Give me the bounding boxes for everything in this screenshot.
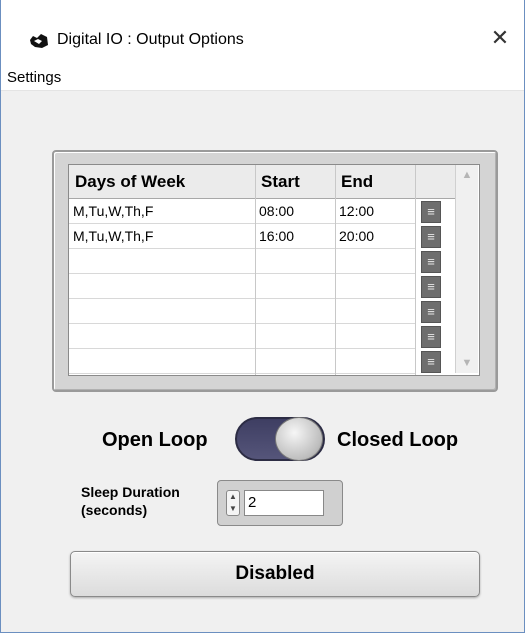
cell-start[interactable] — [255, 299, 335, 324]
table-row[interactable] — [69, 349, 415, 374]
cell-days[interactable]: M,Tu,W,Th,F — [69, 199, 255, 224]
row-menu-icon[interactable]: ≡ — [421, 326, 441, 348]
app-icon — [30, 34, 48, 48]
cell-start[interactable] — [255, 274, 335, 299]
scroll-down-arrow-icon[interactable]: ▼ — [456, 353, 478, 373]
table-row[interactable] — [69, 299, 415, 324]
table-row[interactable] — [69, 324, 415, 349]
cell-end[interactable]: 12:00 — [335, 199, 415, 224]
table-row[interactable] — [69, 249, 415, 274]
cell-end[interactable]: 20:00 — [335, 224, 415, 249]
cell-end[interactable] — [335, 249, 415, 274]
cell-days[interactable]: M,Tu,W,Th,F — [69, 224, 255, 249]
menu-settings[interactable]: Settings — [7, 69, 61, 86]
table-row[interactable]: M,Tu,W,Th,F 16:00 20:00 — [69, 224, 415, 249]
header-end: End — [335, 165, 415, 199]
increment-arrow-icon[interactable]: ▲ — [227, 491, 239, 503]
loop-toggle-switch[interactable] — [235, 417, 325, 461]
row-menu-icon[interactable]: ≡ — [421, 276, 441, 298]
menu-bar: Settings — [1, 68, 524, 91]
table-scrollbar[interactable]: ▲ ▼ — [455, 165, 478, 373]
sleep-duration-control: ▲ ▼ 2 — [217, 480, 343, 526]
closed-loop-label: Closed Loop — [337, 429, 459, 451]
title-bar: Digital IO : Output Options ✕ — [1, 0, 524, 68]
cell-start[interactable]: 16:00 — [255, 224, 335, 249]
cell-days[interactable] — [69, 274, 255, 299]
toggle-knob[interactable] — [275, 417, 323, 461]
open-loop-label: Open Loop — [102, 429, 208, 451]
cell-days[interactable] — [69, 299, 255, 324]
cell-start[interactable] — [255, 324, 335, 349]
status-button[interactable]: Disabled — [70, 551, 480, 597]
row-menu-icon[interactable]: ≡ — [421, 226, 441, 248]
sleep-duration-input[interactable]: 2 — [244, 490, 324, 516]
column-divider — [335, 165, 336, 375]
decrement-arrow-icon[interactable]: ▼ — [227, 503, 239, 515]
row-menu-icon[interactable]: ≡ — [421, 351, 441, 373]
column-divider — [415, 165, 416, 375]
header-days-of-week: Days of Week — [69, 165, 255, 199]
window-title: Digital IO : Output Options — [57, 31, 244, 48]
window: Digital IO : Output Options ✕ Settings D… — [0, 0, 525, 633]
schedule-table[interactable]: Days of Week Start End M,Tu,W,Th,F 08:00 1… — [68, 164, 480, 376]
cell-end[interactable] — [335, 324, 415, 349]
close-button[interactable]: ✕ — [488, 26, 512, 50]
header-blank — [415, 165, 455, 199]
row-menu-icon[interactable]: ≡ — [421, 201, 441, 223]
sleep-duration-stepper[interactable]: ▲ ▼ — [226, 490, 240, 516]
cell-days[interactable] — [69, 249, 255, 274]
cell-start[interactable]: 08:00 — [255, 199, 335, 224]
table-row[interactable] — [69, 274, 415, 299]
column-divider — [255, 165, 256, 375]
row-menu-icon[interactable]: ≡ — [421, 251, 441, 273]
cell-start[interactable] — [255, 349, 335, 374]
cell-days[interactable] — [69, 324, 255, 349]
row-menu-icon[interactable]: ≡ — [421, 301, 441, 323]
cell-end[interactable] — [335, 274, 415, 299]
table-row[interactable]: M,Tu,W,Th,F 08:00 12:00 — [69, 199, 415, 224]
schedule-panel: Days of Week Start End M,Tu,W,Th,F 08:00 1… — [52, 150, 498, 392]
scroll-up-arrow-icon[interactable]: ▲ — [456, 165, 478, 185]
sleep-duration-label: Sleep Duration (seconds) — [81, 484, 180, 518]
cell-start[interactable] — [255, 249, 335, 274]
cell-days[interactable] — [69, 349, 255, 374]
header-start: Start — [255, 165, 335, 199]
cell-end[interactable] — [335, 349, 415, 374]
cell-end[interactable] — [335, 299, 415, 324]
